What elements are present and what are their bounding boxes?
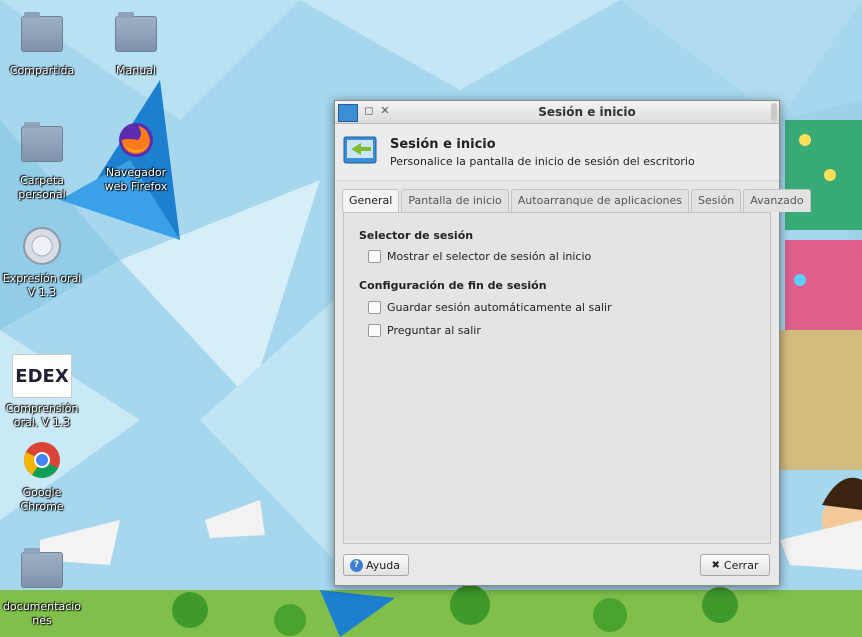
help-icon: ?: [350, 558, 363, 572]
folder-icon: [115, 12, 157, 52]
desktop-icon-compartida[interactable]: Compartida: [0, 10, 84, 78]
section-title-logout: Configuración de fin de sesión: [359, 279, 547, 292]
checkbox-label: Preguntar al salir: [387, 324, 481, 337]
header-title: Sesión e inicio: [390, 137, 496, 152]
autosave-session-checkbox[interactable]: Guardar sesión automáticamente al salir: [368, 301, 612, 314]
close-button-label: Cerrar: [723, 558, 759, 572]
window-titlebar[interactable]: ◻ ✕ Sesión e inicio: [335, 101, 779, 124]
desktop-icon-firefox[interactable]: Navegador web Firefox: [94, 118, 178, 194]
titlebar-handle: [771, 103, 777, 121]
tab-pantalla-de-inicio[interactable]: Pantalla de inicio: [401, 189, 509, 212]
firefox-icon: [119, 123, 153, 157]
desktop-icon-label: Compartida: [9, 64, 75, 77]
tab-general[interactable]: General: [342, 189, 400, 213]
edex-logo: EDEX: [15, 365, 69, 387]
prompt-on-logout-checkbox[interactable]: Preguntar al salir: [368, 324, 481, 337]
desktop-icon-label: Navegador web Firefox: [104, 166, 168, 193]
folder-icon: [21, 548, 63, 588]
general-tab-panel: Selector de sesión Mostrar el selector d…: [343, 212, 771, 544]
shared-folder-icon: [21, 12, 63, 52]
dialog-header: Sesión e inicio Personalice la pantalla …: [335, 124, 779, 181]
checkbox-box[interactable]: [368, 301, 381, 314]
home-folder-icon: [21, 122, 63, 162]
section-title-selector: Selector de sesión: [359, 229, 474, 242]
desktop-icon-carpeta-personal[interactable]: Carpeta personal: [0, 120, 84, 202]
desktop-icon-label: Expresión oral V 1.3: [2, 272, 82, 299]
checkbox-label: Mostrar el selector de sesión al inicio: [387, 250, 592, 263]
tab-sesion[interactable]: Sesión: [691, 189, 742, 212]
checkbox-label: Guardar sesión automáticamente al salir: [387, 301, 612, 314]
desktop-icon-label: Comprensión oral. V 1.3: [5, 402, 79, 429]
tab-bar: General Pantalla de inicio Autoarranque …: [342, 189, 813, 213]
close-button[interactable]: ✖ Cerrar: [700, 554, 770, 576]
header-subtitle: Personalice la pantalla de inicio de ses…: [390, 155, 695, 168]
desktop-icon-comprension-oral[interactable]: EDEX Comprensión oral. V 1.3: [0, 354, 84, 430]
checkbox-box[interactable]: [368, 324, 381, 337]
tab-avanzado[interactable]: Avanzado: [743, 189, 811, 212]
tab-autoarranque[interactable]: Autoarranque de aplicaciones: [510, 189, 690, 212]
desktop-icon-label: documentaciones: [2, 600, 82, 627]
desktop-icon-expresion-oral[interactable]: Expresión oral V 1.3: [0, 224, 84, 300]
app-disc-icon: [23, 227, 61, 265]
checkbox-box[interactable]: [368, 250, 381, 263]
show-session-selector-checkbox[interactable]: Mostrar el selector de sesión al inicio: [368, 250, 591, 263]
desktop-icon-label: Google Chrome: [20, 486, 64, 513]
session-startup-window: ◻ ✕ Sesión e inicio Sesión e inicio Pers…: [334, 100, 811, 586]
desktop-icon-manual[interactable]: Manual: [94, 10, 178, 78]
desktop-icon-google-chrome[interactable]: Google Chrome: [0, 438, 84, 514]
close-x-icon: ✖: [711, 559, 720, 571]
help-button[interactable]: ? Ayuda: [343, 554, 409, 576]
desktop-icon-documentaciones[interactable]: documentaciones: [0, 546, 84, 628]
session-startup-icon: [343, 136, 377, 164]
chrome-icon: [24, 442, 60, 478]
window-title: Sesión e inicio: [538, 105, 636, 119]
help-button-label: Ayuda: [366, 558, 400, 572]
desktop-icon-label: Manual: [116, 64, 156, 77]
desktop-icon-label: Carpeta personal: [18, 174, 66, 201]
